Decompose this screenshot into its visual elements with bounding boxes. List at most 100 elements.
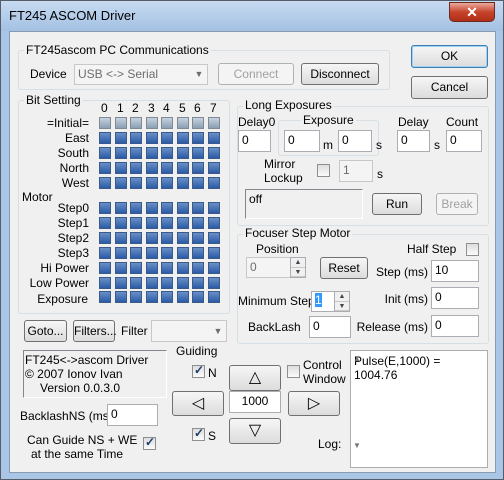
exposure-bit-cell[interactable] bbox=[192, 291, 204, 303]
bit-cell[interactable] bbox=[115, 147, 127, 159]
bit-cell[interactable] bbox=[115, 177, 127, 189]
filters-button[interactable]: Filters... bbox=[73, 320, 117, 342]
spin-down-icon[interactable]: ▼ bbox=[291, 268, 305, 277]
guide-duration-input[interactable]: 1000 bbox=[229, 391, 281, 413]
minimum-step-input[interactable]: 1 bbox=[311, 291, 335, 312]
guide-north-checkbox[interactable] bbox=[192, 363, 205, 378]
bit-cell[interactable] bbox=[208, 202, 220, 214]
bit-cell[interactable] bbox=[99, 117, 111, 129]
bit-cell[interactable] bbox=[192, 177, 204, 189]
bit-cell[interactable] bbox=[177, 177, 189, 189]
bit-cell[interactable] bbox=[177, 232, 189, 244]
minimum-step-spinner[interactable]: ▲ ▼ bbox=[334, 291, 350, 312]
bit-cell[interactable] bbox=[177, 117, 189, 129]
run-button[interactable]: Run bbox=[372, 193, 422, 215]
guide-down-button[interactable]: ▽ bbox=[229, 418, 281, 444]
delay0-input[interactable]: 0 bbox=[238, 130, 271, 152]
bit-cell[interactable] bbox=[177, 217, 189, 229]
bit-cell[interactable] bbox=[130, 277, 142, 289]
bit-cell[interactable] bbox=[192, 132, 204, 144]
spin-up-icon[interactable]: ▲ bbox=[335, 292, 349, 302]
bit-cell[interactable] bbox=[192, 247, 204, 259]
bit-cell[interactable] bbox=[115, 277, 127, 289]
exposure-bit-cell[interactable] bbox=[130, 291, 142, 303]
bit-cell[interactable] bbox=[99, 247, 111, 259]
break-button[interactable]: Break bbox=[436, 193, 478, 215]
bit-cell[interactable] bbox=[161, 117, 173, 129]
bit-cell[interactable] bbox=[161, 147, 173, 159]
bit-cell[interactable] bbox=[115, 117, 127, 129]
close-button[interactable]: ✕ bbox=[449, 2, 495, 22]
bit-cell[interactable] bbox=[115, 247, 127, 259]
goto-button[interactable]: Goto... bbox=[24, 320, 67, 342]
bit-cell[interactable] bbox=[115, 217, 127, 229]
bit-cell[interactable] bbox=[146, 277, 158, 289]
connect-button[interactable]: Connect bbox=[218, 63, 294, 85]
bit-cell[interactable] bbox=[161, 277, 173, 289]
exposure-bit-cell[interactable] bbox=[161, 291, 173, 303]
backlash-ns-input[interactable]: 0 bbox=[107, 404, 158, 426]
bit-cell[interactable] bbox=[99, 262, 111, 274]
bit-cell[interactable] bbox=[161, 262, 173, 274]
guide-right-button[interactable]: ▷ bbox=[288, 391, 340, 416]
bit-cell[interactable] bbox=[161, 162, 173, 174]
bit-cell[interactable] bbox=[208, 217, 220, 229]
bit-cell[interactable] bbox=[208, 147, 220, 159]
exposure-bit-cell[interactable] bbox=[99, 291, 111, 303]
bit-cell[interactable] bbox=[192, 117, 204, 129]
reset-button[interactable]: Reset bbox=[320, 257, 368, 279]
bit-cell[interactable] bbox=[177, 247, 189, 259]
bit-cell[interactable] bbox=[208, 262, 220, 274]
bit-cell[interactable] bbox=[192, 277, 204, 289]
scroll-down-icon[interactable]: ▼ bbox=[353, 441, 361, 450]
bit-cell[interactable] bbox=[208, 177, 220, 189]
position-spinner[interactable]: ▲ ▼ bbox=[290, 257, 306, 278]
bit-cell[interactable] bbox=[146, 147, 158, 159]
bit-cell[interactable] bbox=[146, 217, 158, 229]
bit-cell[interactable] bbox=[161, 132, 173, 144]
bit-cell[interactable] bbox=[146, 262, 158, 274]
bit-cell[interactable] bbox=[146, 177, 158, 189]
bit-cell[interactable] bbox=[161, 217, 173, 229]
bit-cell[interactable] bbox=[99, 277, 111, 289]
guide-left-button[interactable]: ◁ bbox=[172, 391, 224, 416]
bit-cell[interactable] bbox=[146, 202, 158, 214]
guide-south-checkbox[interactable] bbox=[192, 426, 205, 441]
bit-cell[interactable] bbox=[146, 117, 158, 129]
bit-cell[interactable] bbox=[192, 232, 204, 244]
bit-cell[interactable] bbox=[146, 162, 158, 174]
bit-cell[interactable] bbox=[99, 162, 111, 174]
backlash-input[interactable]: 0 bbox=[309, 316, 351, 338]
bit-cell[interactable] bbox=[161, 247, 173, 259]
device-select[interactable]: USB <-> Serial ▼ bbox=[74, 64, 208, 85]
cancel-button[interactable]: Cancel bbox=[411, 76, 488, 99]
exposure-bit-cell[interactable] bbox=[115, 291, 127, 303]
mirror-lockup-input[interactable]: 1 bbox=[339, 160, 373, 182]
step-ms-input[interactable]: 10 bbox=[431, 260, 479, 282]
bit-cell[interactable] bbox=[99, 217, 111, 229]
bit-cell[interactable] bbox=[161, 232, 173, 244]
bit-cell[interactable] bbox=[192, 217, 204, 229]
mirror-lockup-checkbox[interactable] bbox=[317, 164, 330, 177]
bit-cell[interactable] bbox=[161, 202, 173, 214]
count-input[interactable]: 0 bbox=[446, 130, 482, 152]
bit-cell[interactable] bbox=[130, 262, 142, 274]
bit-cell[interactable] bbox=[115, 132, 127, 144]
bit-cell[interactable] bbox=[192, 202, 204, 214]
bit-cell[interactable] bbox=[99, 177, 111, 189]
half-step-checkbox[interactable] bbox=[466, 243, 479, 256]
bit-cell[interactable] bbox=[161, 177, 173, 189]
filter-select[interactable]: ▼ bbox=[151, 320, 227, 342]
bit-cell[interactable] bbox=[177, 132, 189, 144]
bit-cell[interactable] bbox=[208, 162, 220, 174]
ok-button[interactable]: OK bbox=[411, 45, 488, 68]
exposure-bit-cell[interactable] bbox=[146, 291, 158, 303]
bit-cell[interactable] bbox=[130, 232, 142, 244]
bit-cell[interactable] bbox=[99, 232, 111, 244]
bit-cell[interactable] bbox=[99, 132, 111, 144]
bit-cell[interactable] bbox=[177, 162, 189, 174]
exposure-bit-cell[interactable] bbox=[208, 291, 220, 303]
bit-cell[interactable] bbox=[208, 117, 220, 129]
bit-cell[interactable] bbox=[177, 147, 189, 159]
exposure-minutes-input[interactable]: 0 bbox=[284, 130, 320, 152]
